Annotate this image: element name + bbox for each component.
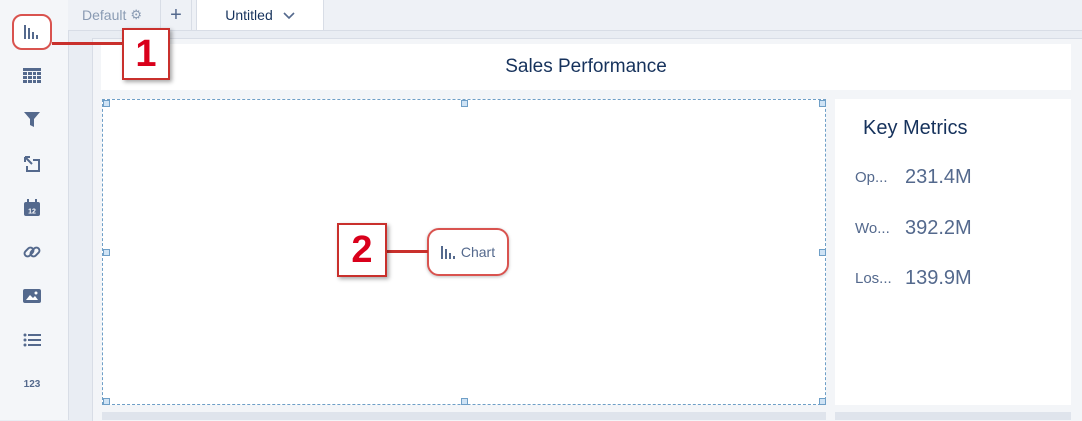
callout-badge-2: 2 [337,223,387,277]
list-tool-button[interactable] [12,322,52,358]
tab-untitled-label: Untitled [225,7,273,23]
table-icon [23,68,41,83]
callout-badge-1: 1 [122,28,170,80]
tab-default-label: Default [82,7,127,23]
resize-handle-ne[interactable] [819,100,826,107]
key-metrics-widget[interactable]: Key Metrics Op... 231.4M Wo... 392.2M Lo… [835,99,1071,405]
filter-tool-button[interactable] [12,102,52,138]
image-tool-button[interactable] [12,278,52,314]
metric-label: Los... [855,269,892,287]
resize-handle-se[interactable] [819,398,826,405]
resize-handle-e[interactable] [819,249,826,256]
resize-handle-sw[interactable] [103,398,110,405]
calendar-day-label: 12 [28,209,36,216]
toggle-tool-button[interactable] [12,146,52,182]
metric-row: Wo... 392.2M [855,213,972,243]
list-icon [23,333,41,347]
table-tool-button[interactable] [12,58,52,94]
image-icon [23,289,41,303]
filter-icon [24,112,40,127]
callout-number: 1 [135,32,157,75]
metric-label: Op... [855,168,888,186]
tab-untitled[interactable]: Untitled [196,0,324,30]
calendar-icon: 12 [24,199,40,216]
toggle-arrow-icon [24,156,40,172]
metric-value: 139.9M [905,266,972,289]
bar-chart-icon [440,245,455,259]
plus-icon: + [170,3,182,26]
number-tool-button[interactable]: 123 [12,366,52,402]
tab-default[interactable]: Default ⚙ [82,0,160,30]
metric-row: Los... 139.9M [855,263,972,293]
bar-chart-icon [24,25,38,39]
chart-placeholder[interactable]: Chart [427,228,509,276]
metric-value: 231.4M [905,165,972,188]
chart-tool-button[interactable] [12,14,52,50]
link-tool-button[interactable] [12,234,52,270]
tab-bar: Default ⚙ + Untitled [68,0,1082,31]
chevron-down-icon[interactable] [283,7,295,23]
callout-connector [52,42,124,45]
resize-handle-s[interactable] [461,398,468,405]
add-tab-button[interactable]: + [160,0,192,30]
lower-widget-row [835,412,1071,420]
gear-icon[interactable]: ⚙ [130,7,142,23]
callout-number: 2 [351,228,373,271]
metric-label: Wo... [855,219,890,237]
page-title: Sales Performance [505,56,667,77]
widget-toolbar: 12 123 [0,0,69,420]
lower-widget-row [102,412,826,420]
callout-connector [386,250,428,253]
resize-handle-w[interactable] [103,249,110,256]
resize-handle-nw[interactable] [103,100,110,107]
dashboard-title-widget[interactable]: Sales Performance [101,44,1071,90]
metrics-title: Key Metrics [863,117,968,139]
metric-value: 392.2M [905,216,972,239]
date-tool-button[interactable]: 12 [12,190,52,226]
number-icon: 123 [23,378,41,390]
chart-placeholder-label: Chart [460,244,496,260]
resize-handle-n[interactable] [461,100,468,107]
metric-row: Op... 231.4M [855,162,972,192]
link-icon [23,246,41,258]
